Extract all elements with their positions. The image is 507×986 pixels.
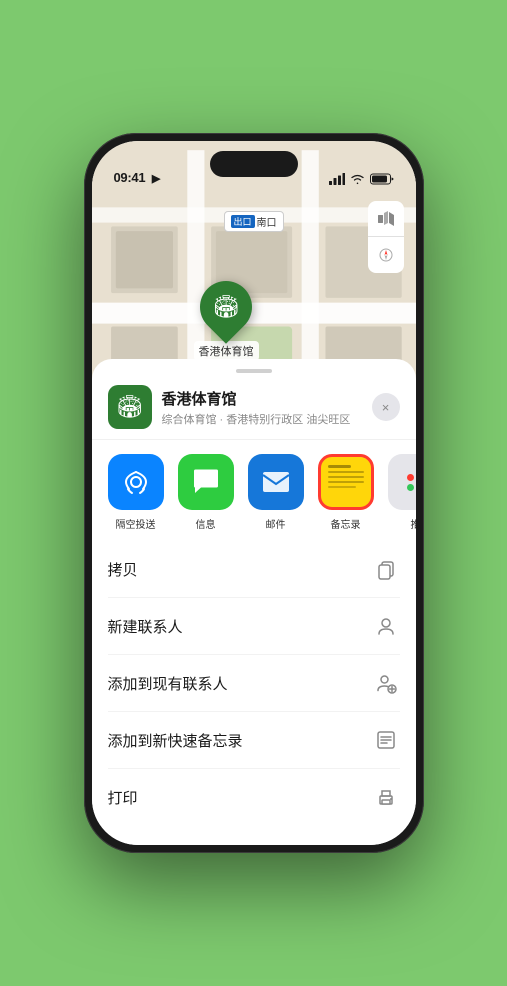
- notes-line-1: [328, 465, 351, 468]
- venue-desc: 综合体育馆 · 香港特别行政区 油尖旺区: [162, 411, 362, 427]
- status-time: 09:41 ▶: [114, 170, 161, 185]
- message-icon: [178, 454, 234, 510]
- mail-label: 邮件: [266, 516, 286, 531]
- more-label: 推: [411, 516, 416, 531]
- note-icon: [372, 726, 400, 754]
- share-item-more[interactable]: 推: [388, 454, 416, 531]
- new-contact-action[interactable]: 新建联系人: [108, 598, 400, 655]
- close-icon: ×: [382, 400, 390, 415]
- bottom-sheet: 🏟 香港体育馆 综合体育馆 · 香港特别行政区 油尖旺区 ×: [92, 359, 416, 845]
- wifi-icon: [350, 173, 365, 185]
- add-existing-label: 添加到现有联系人: [108, 673, 228, 694]
- map-label-text: 南口: [257, 214, 277, 229]
- airdrop-icon: [108, 454, 164, 510]
- share-item-airdrop[interactable]: 隔空投送: [108, 454, 164, 531]
- map-controls[interactable]: [368, 201, 404, 273]
- action-list: 拷贝 新建联系人: [92, 541, 416, 825]
- signal-icon: [329, 173, 345, 185]
- airdrop-label: 隔空投送: [116, 516, 156, 531]
- person-icon: [372, 612, 400, 640]
- notes-line-4: [328, 481, 364, 483]
- share-row: 隔空投送 信息: [92, 440, 416, 541]
- notes-line-3: [328, 476, 364, 478]
- map-type-button[interactable]: [368, 201, 404, 237]
- copy-icon: [372, 555, 400, 583]
- print-label: 打印: [108, 787, 138, 808]
- message-svg: [191, 468, 221, 496]
- pin-label: 香港体育馆: [194, 341, 259, 361]
- venue-info: 香港体育馆 综合体育馆 · 香港特别行政区 油尖旺区: [162, 388, 362, 427]
- dynamic-island: [210, 151, 298, 177]
- close-button[interactable]: ×: [372, 393, 400, 421]
- location-pin: 🏟 香港体育馆: [194, 281, 259, 361]
- print-icon: [372, 783, 400, 811]
- more-dots-row1: [407, 474, 416, 481]
- mail-icon: [248, 454, 304, 510]
- message-label: 信息: [196, 516, 216, 531]
- venue-name: 香港体育馆: [162, 388, 362, 409]
- notes-label: 备忘录: [331, 516, 361, 531]
- quick-note-label: 添加到新快速备忘录: [108, 730, 243, 751]
- more-icon: [388, 454, 416, 510]
- airdrop-svg: [121, 467, 151, 497]
- compass-icon: [378, 247, 394, 263]
- more-dots: [407, 474, 416, 491]
- mail-svg: [261, 470, 291, 494]
- print-action[interactable]: 打印: [108, 769, 400, 825]
- pin-circle: 🏟: [189, 270, 263, 344]
- map-label-tag: 出口: [230, 215, 254, 228]
- copy-action[interactable]: 拷贝: [108, 541, 400, 598]
- more-dots-row2: [407, 484, 416, 491]
- venue-icon: 🏟: [108, 385, 152, 429]
- notes-icon: [318, 454, 374, 510]
- phone-frame: 09:41 ▶: [84, 133, 424, 853]
- share-item-message[interactable]: 信息: [178, 454, 234, 531]
- sheet-header: 🏟 香港体育馆 综合体育馆 · 香港特别行政区 油尖旺区 ×: [92, 373, 416, 440]
- map-type-icon: [377, 210, 395, 228]
- notes-line-5: [328, 486, 357, 488]
- battery-icon: [370, 173, 394, 185]
- add-quick-note-action[interactable]: 添加到新快速备忘录: [108, 712, 400, 769]
- pin-icon: 🏟: [212, 294, 240, 320]
- compass-button[interactable]: [368, 237, 404, 273]
- person-add-icon: [372, 669, 400, 697]
- copy-label: 拷贝: [108, 559, 138, 580]
- new-contact-label: 新建联系人: [108, 616, 183, 637]
- share-item-mail[interactable]: 邮件: [248, 454, 304, 531]
- phone-screen: 09:41 ▶: [92, 141, 416, 845]
- add-existing-contact-action[interactable]: 添加到现有联系人: [108, 655, 400, 712]
- location-icon: ▶: [152, 173, 160, 185]
- dot-red: [407, 474, 414, 481]
- map-label: 出口 南口: [223, 211, 283, 232]
- dot-green: [407, 484, 414, 491]
- share-item-notes[interactable]: 备忘录: [318, 454, 374, 531]
- notes-line-2: [328, 471, 364, 473]
- status-icons: [329, 173, 394, 185]
